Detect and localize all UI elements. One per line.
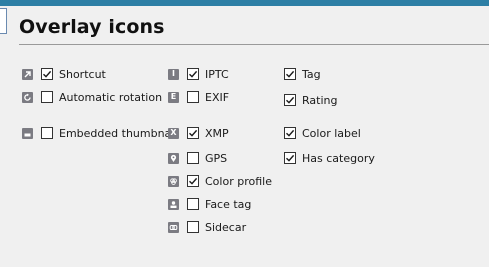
- iptc-icon: I: [168, 68, 179, 80]
- checkbox-xmp[interactable]: [187, 127, 199, 139]
- label-rating: Rating: [302, 93, 338, 107]
- checkbox-color-profile[interactable]: [187, 175, 199, 187]
- checkbox-exif[interactable]: [187, 91, 199, 103]
- label-embedded-thumbnail: Embedded thumbnail: [59, 126, 178, 140]
- label-face-tag: Face tag: [205, 197, 252, 211]
- label-xmp: XMP: [205, 126, 229, 140]
- label-color-label: Color label: [302, 126, 361, 140]
- option-gps[interactable]: GPS: [168, 150, 227, 166]
- checkbox-sidecar[interactable]: [187, 221, 199, 233]
- option-xmp[interactable]: X XMP: [168, 125, 229, 141]
- checkbox-tag[interactable]: [284, 68, 296, 80]
- label-exif: EXIF: [205, 90, 230, 104]
- rotation-icon: [22, 91, 33, 103]
- gps-pin-icon: [168, 152, 179, 164]
- exif-icon: E: [168, 91, 179, 103]
- option-has-category[interactable]: Has category: [284, 150, 375, 166]
- title-separator: [19, 44, 489, 45]
- face-tag-icon: [168, 198, 179, 210]
- checkbox-iptc[interactable]: [187, 68, 199, 80]
- thumbnail-icon: [22, 127, 33, 139]
- sidebar-edge: [0, 8, 7, 34]
- label-sidecar: Sidecar: [205, 220, 247, 234]
- option-automatic-rotation[interactable]: Automatic rotation: [22, 89, 162, 105]
- option-rating[interactable]: Rating: [284, 92, 337, 108]
- label-shortcut: Shortcut: [59, 67, 106, 81]
- sidecar-icon: [168, 221, 179, 233]
- option-shortcut[interactable]: Shortcut: [22, 66, 106, 82]
- label-automatic-rotation: Automatic rotation: [59, 90, 163, 104]
- checkbox-color-label[interactable]: [284, 127, 296, 139]
- checkbox-automatic-rotation[interactable]: [41, 91, 53, 103]
- option-exif[interactable]: E EXIF: [168, 89, 229, 105]
- option-iptc[interactable]: I IPTC: [168, 66, 229, 82]
- color-profile-icon: [168, 175, 179, 187]
- option-sidecar[interactable]: Sidecar: [168, 219, 246, 235]
- checkbox-face-tag[interactable]: [187, 198, 199, 210]
- label-color-profile: Color profile: [205, 174, 272, 188]
- checkbox-shortcut[interactable]: [41, 68, 53, 80]
- option-color-profile[interactable]: Color profile: [168, 173, 272, 189]
- checkbox-embedded-thumbnail[interactable]: [41, 127, 53, 139]
- option-color-label[interactable]: Color label: [284, 125, 361, 141]
- label-tag: Tag: [302, 67, 321, 81]
- option-embedded-thumbnail[interactable]: Embedded thumbnail: [22, 125, 177, 141]
- option-tag[interactable]: Tag: [284, 66, 321, 82]
- section-title: Overlay icons: [19, 16, 165, 38]
- checkbox-gps[interactable]: [187, 152, 199, 164]
- checkbox-rating[interactable]: [284, 94, 296, 106]
- label-gps: GPS: [205, 151, 228, 165]
- arrow-icon: [22, 68, 33, 80]
- window-accent-bar: [0, 0, 489, 6]
- xmp-icon: X: [168, 127, 179, 139]
- label-has-category: Has category: [302, 151, 375, 165]
- option-face-tag[interactable]: Face tag: [168, 196, 251, 212]
- checkbox-has-category[interactable]: [284, 152, 296, 164]
- label-iptc: IPTC: [205, 67, 229, 81]
